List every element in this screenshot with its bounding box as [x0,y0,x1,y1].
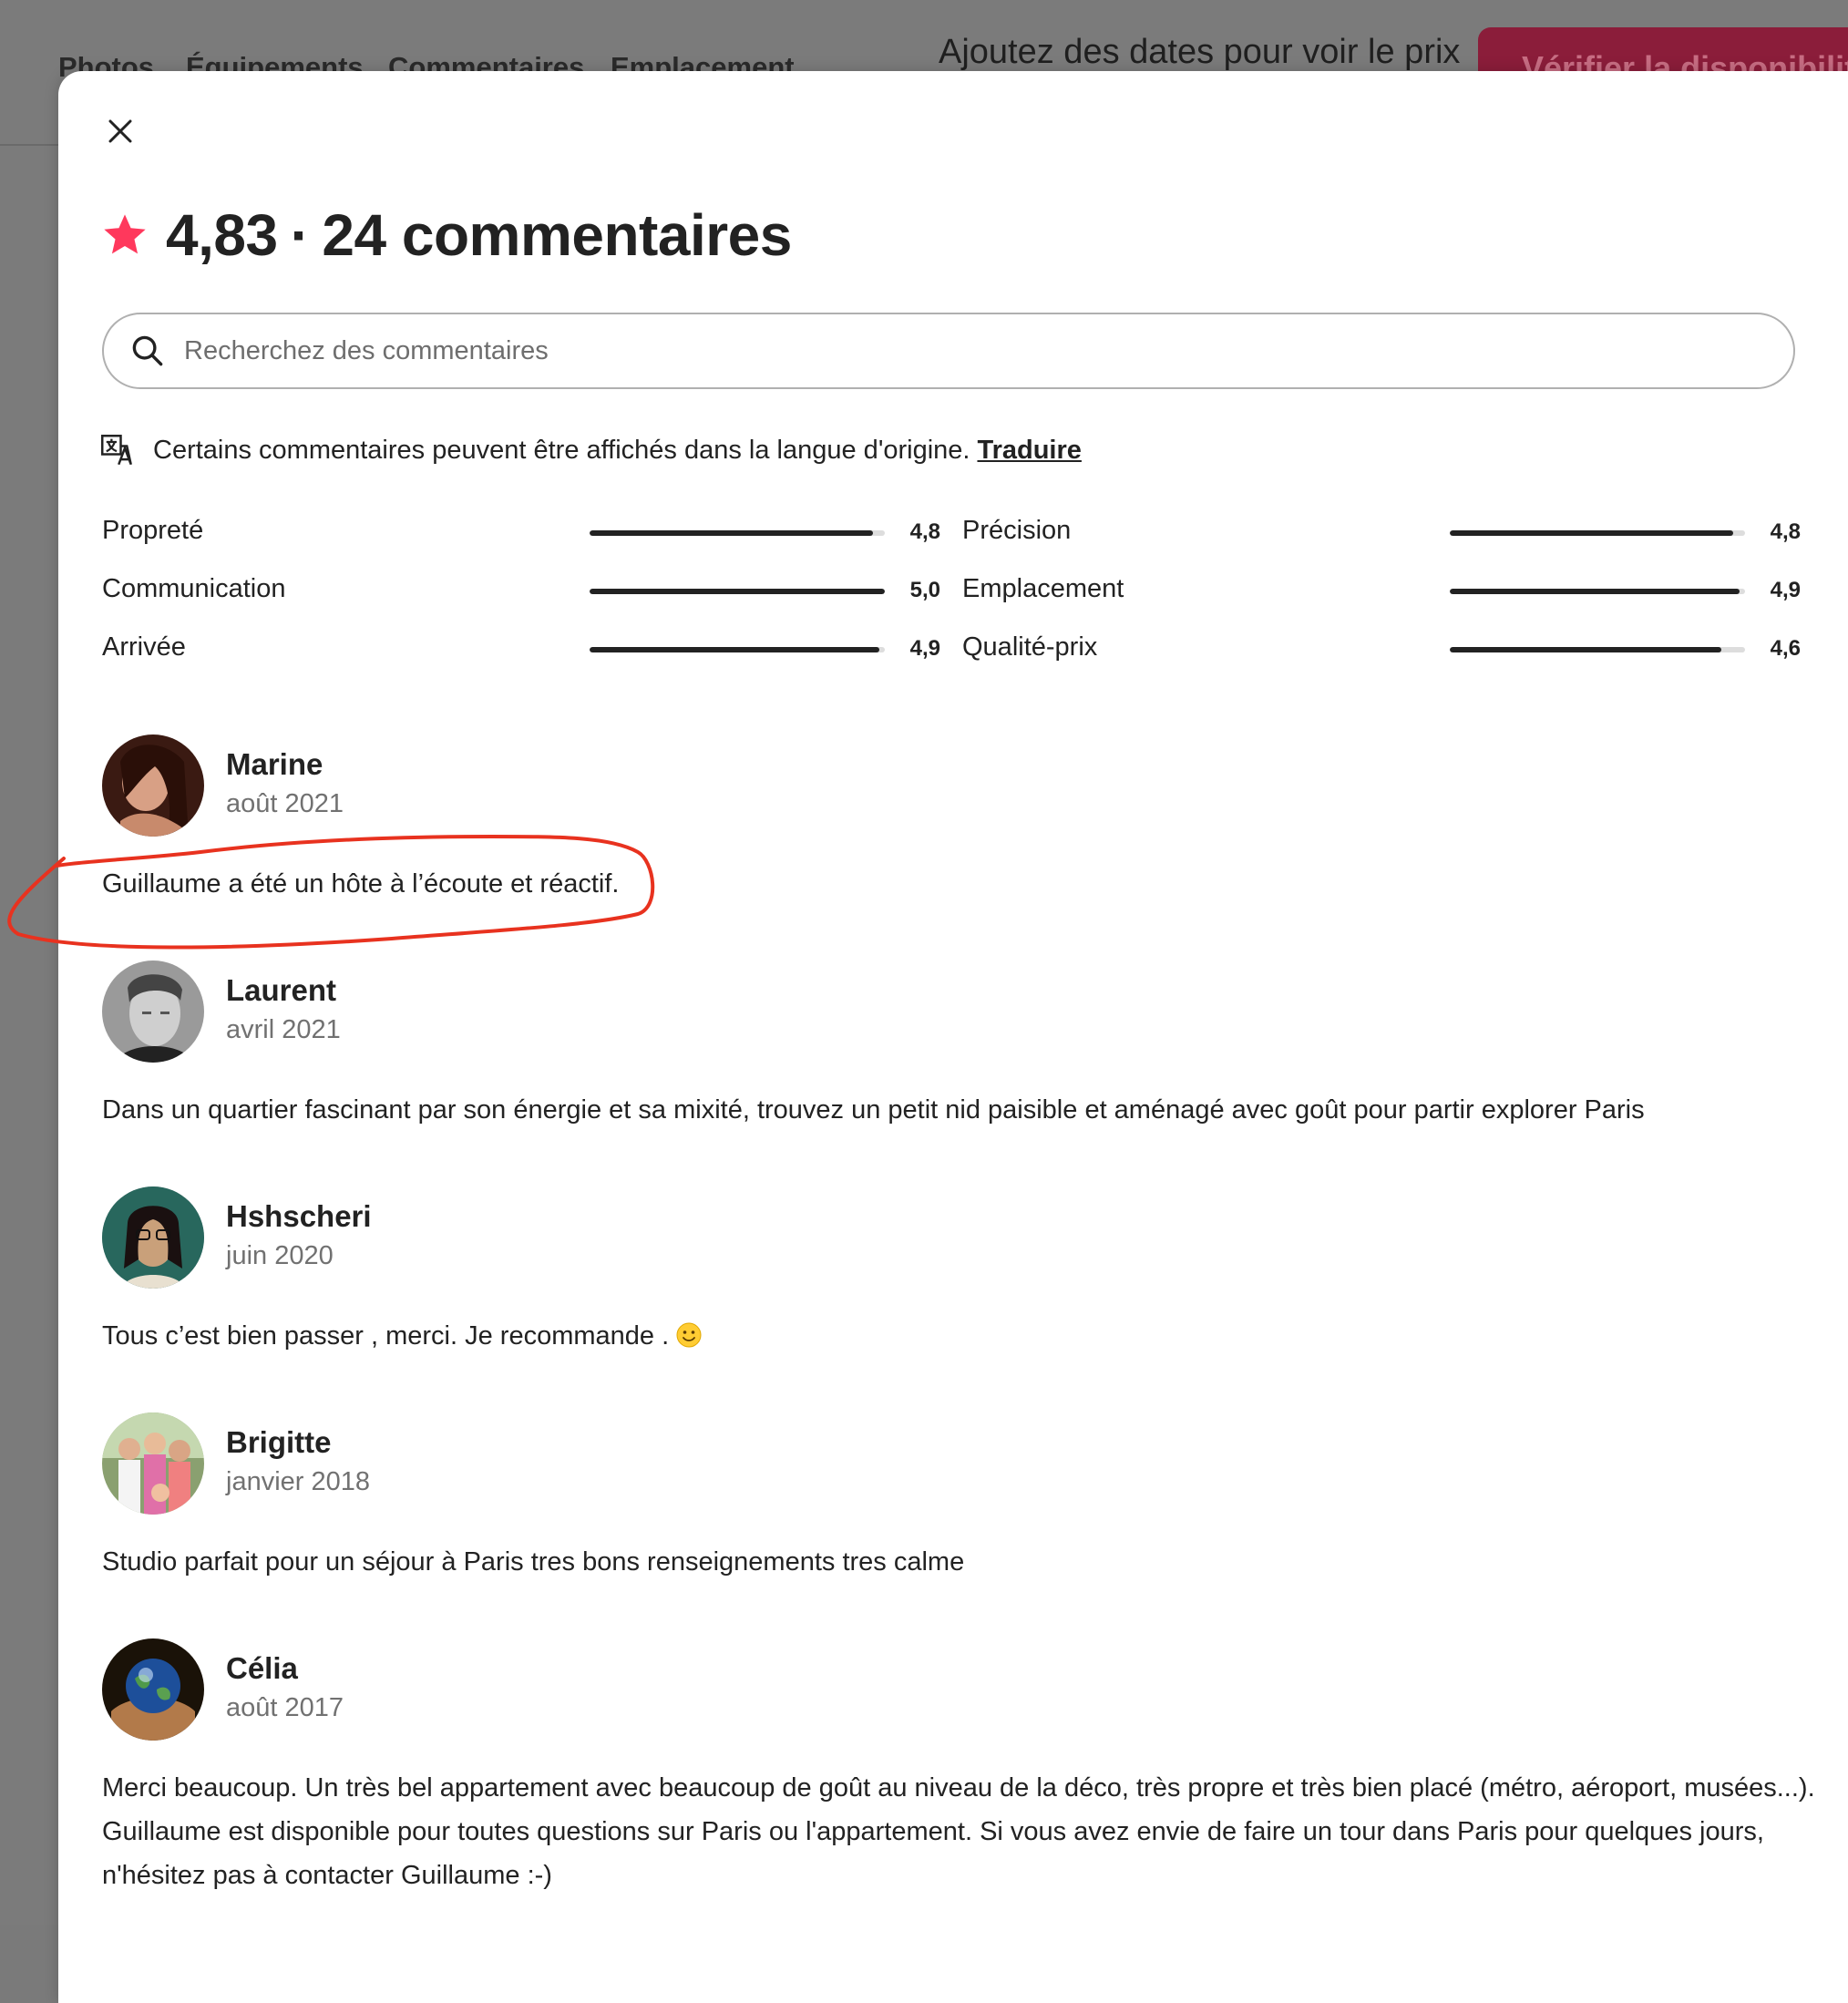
rating-value: 4,8 [1770,519,1801,544]
rating-label: Propreté [102,516,204,545]
reviewer-name: Laurent [226,973,337,1007]
translate-link[interactable]: Traduire [977,436,1081,466]
rating-label: Qualité-prix [962,632,1098,662]
review-date: août 2017 [226,1693,344,1722]
review-text: Merci beaucoup. Un très bel appartement … [102,1773,1815,1890]
review-date: juin 2020 [226,1241,334,1270]
rating-bar [1450,530,1745,536]
translate-icon [101,435,132,466]
title-separator: · [290,202,310,268]
rating-bar [590,530,885,536]
smiley-icon [676,1322,702,1348]
avatar[interactable] [102,1638,204,1741]
review-text: Tous c’est bien passer , merci. Je recom… [102,1314,1815,1358]
rating-value: 5,0 [909,578,940,602]
review-date: août 2021 [226,789,344,818]
review-text: Dans un quartier fascinant par son énerg… [102,1095,1645,1125]
rating-value: 4,8 [909,519,940,544]
rating-bar [590,589,885,594]
reviewer-name: Célia [226,1651,298,1685]
close-icon [108,119,132,143]
search-icon [132,335,163,366]
overall-rating: 4,83 [166,202,278,268]
reviews-modal: 4,83 · 24 commentaires Certains commenta… [58,71,1848,2003]
search-input[interactable] [182,323,1793,379]
reviewer-name: Marine [226,747,323,781]
avatar[interactable] [102,1186,204,1289]
rating-bar [590,647,885,652]
rating-row-communication: Communication 5,0 [102,570,940,611]
reviewer-name: Hshscheri [226,1199,372,1233]
review-text: Guillaume a été un hôte à l’écoute et ré… [102,869,620,899]
rating-label: Communication [102,574,286,603]
review-count: 24 commentaires [322,202,792,268]
rating-label: Arrivée [102,632,186,662]
rating-bar [1450,589,1745,594]
page-title: 4,83 · 24 commentaires [102,199,792,272]
rating-row-emplacement: Emplacement 4,9 [962,570,1801,611]
search-bar[interactable] [102,313,1795,389]
rating-row-precision: Précision 4,8 [962,512,1801,552]
reviewer-name: Brigitte [226,1425,332,1459]
rating-row-proprete: Propreté 4,8 [102,512,940,552]
avatar[interactable] [102,960,204,1063]
avatar[interactable] [102,1412,204,1515]
rating-bar [1450,647,1745,652]
review-date: janvier 2018 [226,1467,370,1496]
rating-value: 4,9 [909,636,940,661]
rating-row-qualite-prix: Qualité-prix 4,6 [962,629,1801,669]
rating-label: Précision [962,516,1072,545]
rating-row-arrivee: Arrivée 4,9 [102,629,940,669]
review-date: avril 2021 [226,1015,341,1044]
review-text: Studio parfait pour un séjour à Paris tr… [102,1547,965,1577]
avatar[interactable] [102,734,204,837]
close-button[interactable] [95,106,146,157]
review-text-content: Tous c’est bien passer , merci. Je recom… [102,1321,670,1351]
translate-notice-text: Certains commentaires peuvent être affic… [153,435,970,465]
translate-notice: Certains commentaires peuvent être affic… [100,434,1082,467]
star-icon [104,214,146,254]
price-hint: Ajoutez des dates pour voir le prix [939,33,1461,71]
rating-value: 4,9 [1770,578,1801,602]
rating-value: 4,6 [1770,636,1801,661]
rating-label: Emplacement [962,574,1124,603]
